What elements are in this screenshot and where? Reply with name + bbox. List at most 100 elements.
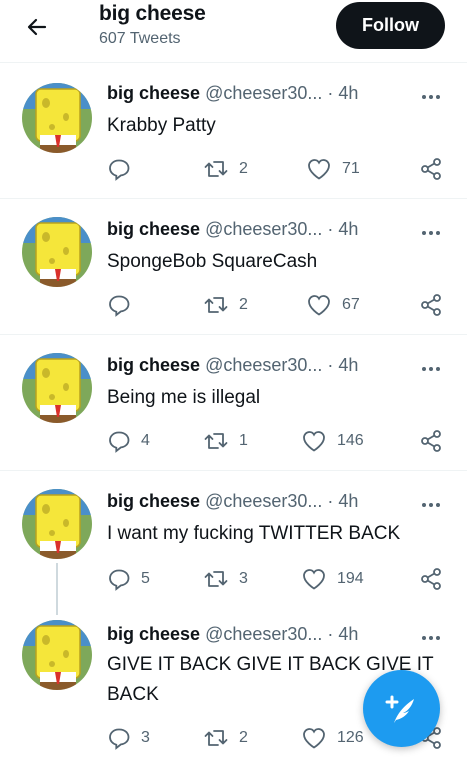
- avatar[interactable]: [22, 217, 92, 287]
- like-count: 67: [342, 296, 360, 313]
- reply-button[interactable]: [107, 293, 141, 317]
- tweet-time[interactable]: · 4h: [327, 219, 358, 239]
- retweet-button[interactable]: 2: [203, 726, 248, 750]
- heart-icon: [303, 431, 325, 452]
- reply-icon: [109, 431, 130, 453]
- tweet-author-handle[interactable]: @cheeser30...: [205, 355, 322, 375]
- tweet-header: big cheese @cheeser30... · 4h: [107, 83, 358, 104]
- heart-icon: [303, 728, 325, 749]
- profile-header: big cheese 607 Tweets Follow: [0, 0, 467, 58]
- avatar[interactable]: [22, 489, 92, 559]
- tweet-header: big cheese @cheeser30... · 4h: [107, 491, 358, 512]
- tweet-author-name[interactable]: big cheese: [107, 624, 200, 644]
- tweet-author-name[interactable]: big cheese: [107, 491, 200, 511]
- like-button[interactable]: 67: [306, 293, 360, 317]
- share-button[interactable]: [419, 157, 443, 181]
- retweet-button[interactable]: 3: [203, 567, 248, 591]
- share-icon: [421, 430, 441, 452]
- tweet-author-name[interactable]: big cheese: [107, 83, 200, 103]
- retweet-button[interactable]: 2: [203, 157, 248, 181]
- tweet-author-handle[interactable]: @cheeser30...: [205, 219, 322, 239]
- more-options-button[interactable]: [419, 631, 443, 645]
- tweet-header: big cheese @cheeser30... · 4h: [107, 355, 358, 376]
- back-arrow-icon: [27, 18, 47, 36]
- heart-icon: [303, 569, 325, 590]
- more-dots-icon: [422, 367, 440, 371]
- more-dots-icon: [422, 95, 440, 99]
- tweet-count: 607 Tweets: [99, 30, 181, 47]
- reply-icon: [109, 159, 130, 181]
- reply-icon: [109, 295, 130, 317]
- heart-icon: [308, 295, 330, 316]
- tweet[interactable]: big cheese @cheeser30... · 4h Krabby Pat…: [0, 62, 467, 198]
- tweet[interactable]: big cheese @cheeser30... · 4h Being me i…: [0, 334, 467, 470]
- more-dots-icon: [422, 636, 440, 640]
- tweet-author-handle[interactable]: @cheeser30...: [205, 624, 322, 644]
- tweet[interactable]: big cheese @cheeser30... · 4h SpongeBob …: [0, 198, 467, 334]
- tweet-text: SpongeBob SquareCash: [107, 251, 318, 272]
- back-button[interactable]: [22, 12, 52, 42]
- compose-tweet-button[interactable]: [363, 670, 440, 747]
- tweet-text: I want my fucking TWITTER BACK: [107, 523, 401, 544]
- like-count: 194: [337, 570, 364, 587]
- thread-line: [56, 563, 58, 615]
- reply-count: 4: [141, 432, 150, 449]
- more-dots-icon: [422, 231, 440, 235]
- retweet-count: 1: [239, 432, 248, 449]
- share-button[interactable]: [419, 567, 443, 591]
- retweet-count: 2: [239, 160, 248, 177]
- tweet-time[interactable]: · 4h: [327, 624, 358, 644]
- avatar[interactable]: [22, 353, 92, 423]
- tweet-time[interactable]: · 4h: [327, 491, 358, 511]
- more-options-button[interactable]: [419, 226, 443, 240]
- retweet-icon: [204, 730, 228, 746]
- like-button[interactable]: 126: [301, 726, 364, 750]
- like-count: 71: [342, 160, 360, 177]
- tweet-header: big cheese @cheeser30... · 4h: [107, 219, 358, 240]
- avatar[interactable]: [22, 83, 92, 153]
- tweet-author-name[interactable]: big cheese: [107, 355, 200, 375]
- more-options-button[interactable]: [419, 362, 443, 376]
- reply-button[interactable]: 5: [107, 567, 150, 591]
- reply-icon: [109, 569, 130, 591]
- reply-count: 3: [141, 729, 150, 746]
- like-count: 146: [337, 432, 364, 449]
- heart-icon: [308, 159, 330, 180]
- reply-button[interactable]: 3: [107, 726, 150, 750]
- share-button[interactable]: [419, 429, 443, 453]
- tweet-author-handle[interactable]: @cheeser30...: [205, 491, 322, 511]
- tweet-author-name[interactable]: big cheese: [107, 219, 200, 239]
- retweet-icon: [204, 297, 228, 313]
- like-button[interactable]: 146: [301, 429, 364, 453]
- retweet-count: 2: [239, 729, 248, 746]
- tweet-author-handle[interactable]: @cheeser30...: [205, 83, 322, 103]
- retweet-icon: [204, 571, 228, 587]
- tweet-time[interactable]: · 4h: [327, 83, 358, 103]
- more-options-button[interactable]: [419, 498, 443, 512]
- tweet-time[interactable]: · 4h: [327, 355, 358, 375]
- more-options-button[interactable]: [419, 90, 443, 104]
- tweet[interactable]: big cheese @cheeser30... · 4h I want my …: [0, 470, 467, 615]
- retweet-count: 3: [239, 570, 248, 587]
- share-icon: [421, 568, 441, 590]
- share-icon: [421, 294, 441, 316]
- like-button[interactable]: 194: [301, 567, 364, 591]
- retweet-icon: [204, 161, 228, 177]
- reply-button[interactable]: 4: [107, 429, 150, 453]
- share-button[interactable]: [419, 293, 443, 317]
- tweet-text: Krabby Patty: [107, 115, 216, 136]
- more-dots-icon: [422, 503, 440, 507]
- follow-button[interactable]: Follow: [336, 2, 445, 49]
- profile-name: big cheese: [99, 2, 206, 25]
- avatar[interactable]: [22, 620, 92, 690]
- reply-button[interactable]: [107, 157, 141, 181]
- like-count: 126: [337, 729, 364, 746]
- compose-tweet-icon: [385, 695, 414, 723]
- like-button[interactable]: 71: [306, 157, 360, 181]
- retweet-button[interactable]: 1: [203, 429, 248, 453]
- reply-icon: [109, 728, 130, 750]
- share-icon: [421, 158, 441, 180]
- reply-count: 5: [141, 570, 150, 587]
- retweet-icon: [204, 433, 228, 449]
- retweet-button[interactable]: 2: [203, 293, 248, 317]
